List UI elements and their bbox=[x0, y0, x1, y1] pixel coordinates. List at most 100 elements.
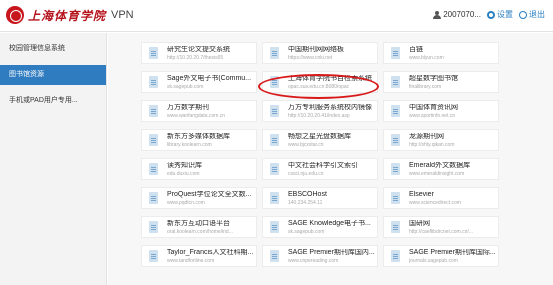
document-icon bbox=[270, 192, 279, 204]
document-icon bbox=[149, 47, 158, 59]
resource-title[interactable]: Emerald外文数据库 bbox=[409, 162, 499, 170]
resource-title[interactable]: EBSCOHost bbox=[288, 191, 378, 199]
resource-url: library.koolearn.com bbox=[167, 142, 212, 148]
resource-url: www.emeraldinsight.com bbox=[409, 171, 465, 177]
document-icon bbox=[391, 47, 400, 59]
resource-url: www.sportinfo.net.cn bbox=[409, 113, 456, 119]
resource-card[interactable]: 中文社会科学引文索引 cssci.nju.edu.cn bbox=[262, 158, 378, 180]
top-header: 上海体育学院 VPN 2007070... 设置 退出 bbox=[0, 0, 553, 32]
sidebar-item-library-resources[interactable]: 图书馆资源 bbox=[0, 65, 106, 85]
resource-url: www.wanfangdata.com.cn bbox=[167, 113, 226, 119]
resource-title[interactable]: 畅想之星光盘数据库 bbox=[288, 133, 378, 141]
document-icon bbox=[270, 105, 279, 117]
resource-url: journals.sagepub.com bbox=[409, 258, 458, 264]
resource-url: finalibrary.com bbox=[409, 84, 442, 90]
resource-title[interactable]: 百链 bbox=[409, 46, 499, 54]
resource-title[interactable]: 新东方多媒体数据库 bbox=[167, 133, 257, 141]
resource-card[interactable]: 国研网 http://caeflibdrcnet.com.cn/... bbox=[383, 216, 499, 238]
user-name[interactable]: 2007070... bbox=[443, 10, 481, 19]
resource-card[interactable]: SAGE Premier期刊库国内... www.cnpereading.com bbox=[262, 245, 378, 267]
resource-title[interactable]: 万方数字期刊 bbox=[167, 104, 257, 112]
sidebar: 校园管理信息系统 图书馆资源 手机或PAD用户专用... bbox=[0, 33, 107, 285]
resource-card[interactable]: Sage外文电子书(Commu... sk.sagepub.com bbox=[141, 71, 257, 93]
resource-title[interactable]: Taylor_Francis人文社科期... bbox=[167, 249, 257, 257]
resource-card[interactable]: 万方数字期刊 www.wanfangdata.com.cn bbox=[141, 100, 257, 122]
sidebar-item-campus-systems[interactable]: 校园管理信息系统 bbox=[0, 39, 106, 59]
document-icon bbox=[270, 134, 279, 146]
app-title: VPN bbox=[111, 9, 134, 21]
resource-url: www.blyun.com bbox=[409, 55, 444, 61]
resource-url: www.pqdtcn.com bbox=[167, 200, 205, 206]
resource-url: 140.234.254.11 bbox=[288, 200, 323, 206]
resource-url: http://10.20.20.7/thesis65 bbox=[167, 55, 224, 61]
resource-card[interactable]: SAGE Knowledge电子书... sk.sagepub.com bbox=[262, 216, 378, 238]
resource-title[interactable]: 中国体育资讯网 bbox=[409, 104, 499, 112]
resource-card[interactable]: 上海体育学院书目检索系统 opac.sus.edu.cn:8080/opac bbox=[262, 71, 378, 93]
resource-card[interactable]: 新东方多媒体数据库 library.koolearn.com bbox=[141, 129, 257, 151]
document-icon bbox=[149, 76, 158, 88]
resource-card[interactable]: 读秀知识库 edu.duxiu.com bbox=[141, 158, 257, 180]
resource-title[interactable]: 中文社会科学引文索引 bbox=[288, 162, 378, 170]
document-icon bbox=[391, 192, 400, 204]
resource-card[interactable]: 畅想之星光盘数据库 www.bjcxstar.cn bbox=[262, 129, 378, 151]
resource-title[interactable]: SAGE Premier期刊库国内... bbox=[288, 249, 378, 257]
resource-title[interactable]: 中国期刊网网络板 bbox=[288, 46, 378, 54]
resource-url: cssci.nju.edu.cn bbox=[288, 171, 324, 177]
resource-url: oral.koolearn.com/home/ind... bbox=[167, 229, 233, 235]
document-icon bbox=[270, 221, 279, 233]
resource-url: www.bjcxstar.cn bbox=[288, 142, 324, 148]
resource-title[interactable]: 国研网 bbox=[409, 220, 499, 228]
resource-title[interactable]: Sage外文电子书(Commu... bbox=[167, 75, 257, 83]
resource-card[interactable]: EBSCOHost 140.234.254.11 bbox=[262, 187, 378, 209]
resource-grid: 研究生论文提交系统 http://10.20.20.7/thesis65 中国期刊网… bbox=[108, 33, 553, 285]
resource-card[interactable]: 研究生论文提交系统 http://10.20.20.7/thesis65 bbox=[141, 42, 257, 64]
resource-title[interactable]: ProQuest学位论文全文数... bbox=[167, 191, 257, 199]
school-emblem-icon bbox=[6, 6, 24, 24]
document-icon bbox=[149, 134, 158, 146]
resource-url: http://10.20.20.41/index.asp bbox=[288, 113, 350, 119]
resource-url: www.sciencedirect.com bbox=[409, 200, 461, 206]
resource-title[interactable]: Elsevier bbox=[409, 191, 499, 199]
resource-title[interactable]: 新东方互动口语平台 bbox=[167, 220, 257, 228]
resource-url: www.tandfonline.com bbox=[167, 258, 215, 264]
document-icon bbox=[391, 221, 400, 233]
resource-title[interactable]: 上海体育学院书目检索系统 bbox=[288, 75, 378, 83]
sidebar-item-mobile-users[interactable]: 手机或PAD用户专用... bbox=[0, 91, 106, 111]
exit-icon[interactable] bbox=[519, 10, 527, 19]
document-icon bbox=[149, 163, 158, 175]
document-icon bbox=[270, 250, 279, 262]
school-logo[interactable]: 上海体育学院 bbox=[6, 6, 106, 24]
document-icon bbox=[149, 221, 158, 233]
resource-title[interactable]: 读秀知识库 bbox=[167, 162, 257, 170]
resource-card[interactable]: 龙源期刊网 http://shty.qikan.com bbox=[383, 129, 499, 151]
resource-title[interactable]: 万方专利服务系统校内镜像 bbox=[288, 104, 378, 112]
gear-icon[interactable] bbox=[487, 10, 495, 19]
resource-card[interactable]: 超星数字图书馆 finalibrary.com bbox=[383, 71, 499, 93]
document-icon bbox=[391, 134, 400, 146]
resource-card[interactable]: SAGE Premier期刊库国际... journals.sagepub.com bbox=[383, 245, 499, 267]
settings-link[interactable]: 设置 bbox=[497, 9, 513, 20]
resource-title[interactable]: 超星数字图书馆 bbox=[409, 75, 499, 83]
resource-title[interactable]: SAGE Knowledge电子书... bbox=[288, 220, 378, 228]
document-icon bbox=[270, 76, 279, 88]
document-icon bbox=[391, 250, 400, 262]
resource-card[interactable]: ProQuest学位论文全文数... www.pqdtcn.com bbox=[141, 187, 257, 209]
resource-card[interactable]: 百链 www.blyun.com bbox=[383, 42, 499, 64]
resource-card[interactable]: 中国期刊网网络板 https://www.cnki.net bbox=[262, 42, 378, 64]
document-icon bbox=[149, 250, 158, 262]
document-icon bbox=[149, 192, 158, 204]
resource-title[interactable]: 研究生论文提交系统 bbox=[167, 46, 257, 54]
resource-card[interactable]: 新东方互动口语平台 oral.koolearn.com/home/ind... bbox=[141, 216, 257, 238]
resource-url: sk.sagepub.com bbox=[167, 84, 204, 90]
resource-url: sk.sagepub.com bbox=[288, 229, 325, 235]
logout-link[interactable]: 退出 bbox=[529, 9, 545, 20]
resource-card[interactable]: Taylor_Francis人文社科期... www.tandfonline.co… bbox=[141, 245, 257, 267]
resource-card[interactable]: Emerald外文数据库 www.emeraldinsight.com bbox=[383, 158, 499, 180]
resource-card[interactable]: Elsevier www.sciencedirect.com bbox=[383, 187, 499, 209]
document-icon bbox=[391, 105, 400, 117]
resource-title[interactable]: SAGE Premier期刊库国际... bbox=[409, 249, 499, 257]
document-icon bbox=[270, 163, 279, 175]
resource-card[interactable]: 中国体育资讯网 www.sportinfo.net.cn bbox=[383, 100, 499, 122]
resource-title[interactable]: 龙源期刊网 bbox=[409, 133, 499, 141]
resource-card[interactable]: 万方专利服务系统校内镜像 http://10.20.20.41/index.asp bbox=[262, 100, 378, 122]
